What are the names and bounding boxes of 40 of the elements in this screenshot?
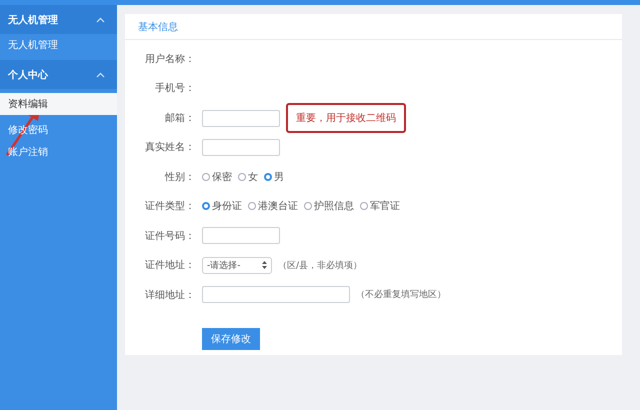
sidebar-group-header[interactable]: 个人中心 [0,60,117,89]
radio-label: 军官证 [370,200,400,214]
radio-option[interactable]: 军官证 [360,199,400,214]
field-label: 邮箱： [164,112,195,125]
radio-option[interactable]: 男 [264,170,284,184]
radio-option[interactable]: 身份证 [202,199,242,214]
input-field[interactable] [202,227,280,244]
field-label: 详细地址： [144,288,195,302]
hint-text: 重要，用于接收二维码 [286,103,406,133]
sidebar-group-header[interactable]: 无人机管理 [0,5,117,34]
updown-caret-icon [262,261,267,270]
radio-label: 保密 [212,170,232,184]
note-text: （不必重复填写地区） [356,288,446,302]
field-label: 证件号码： [144,230,195,243]
group-title: 无人机管理 [8,14,58,26]
radio-label: 港澳台证 [258,200,298,214]
radio-option[interactable]: 护照信息 [304,199,354,214]
input-field[interactable] [202,286,350,304]
radio-option[interactable]: 港澳台证 [248,199,298,214]
radio-label: 女 [248,170,258,184]
field-label: 手机号： [154,82,195,96]
radio-label: 身份证 [212,200,242,214]
field-label: 证件地址： [144,258,195,272]
radio-label: 男 [274,170,284,184]
radio-option[interactable]: 女 [238,170,258,184]
radio-option[interactable]: 保密 [202,170,232,184]
card-title: 基本信息 [138,20,178,34]
chevron-up-icon [96,72,105,78]
chevron-up-icon [96,16,105,22]
field-label: 用户名称： [144,52,195,66]
address-dropdown[interactable]: -请选择- [202,256,272,274]
input-field[interactable] [202,110,280,126]
radio-label: 护照信息 [314,200,354,214]
group-title: 个人中心 [8,68,48,82]
field-label: 证件类型： [144,200,195,214]
sidebar-item[interactable]: 资料编辑 [0,93,117,115]
note-text: （区/县，非必填项） [278,260,362,272]
field-label: 真实姓名： [144,140,195,154]
input-field[interactable] [202,138,280,156]
field-label: 性别： [164,170,195,184]
